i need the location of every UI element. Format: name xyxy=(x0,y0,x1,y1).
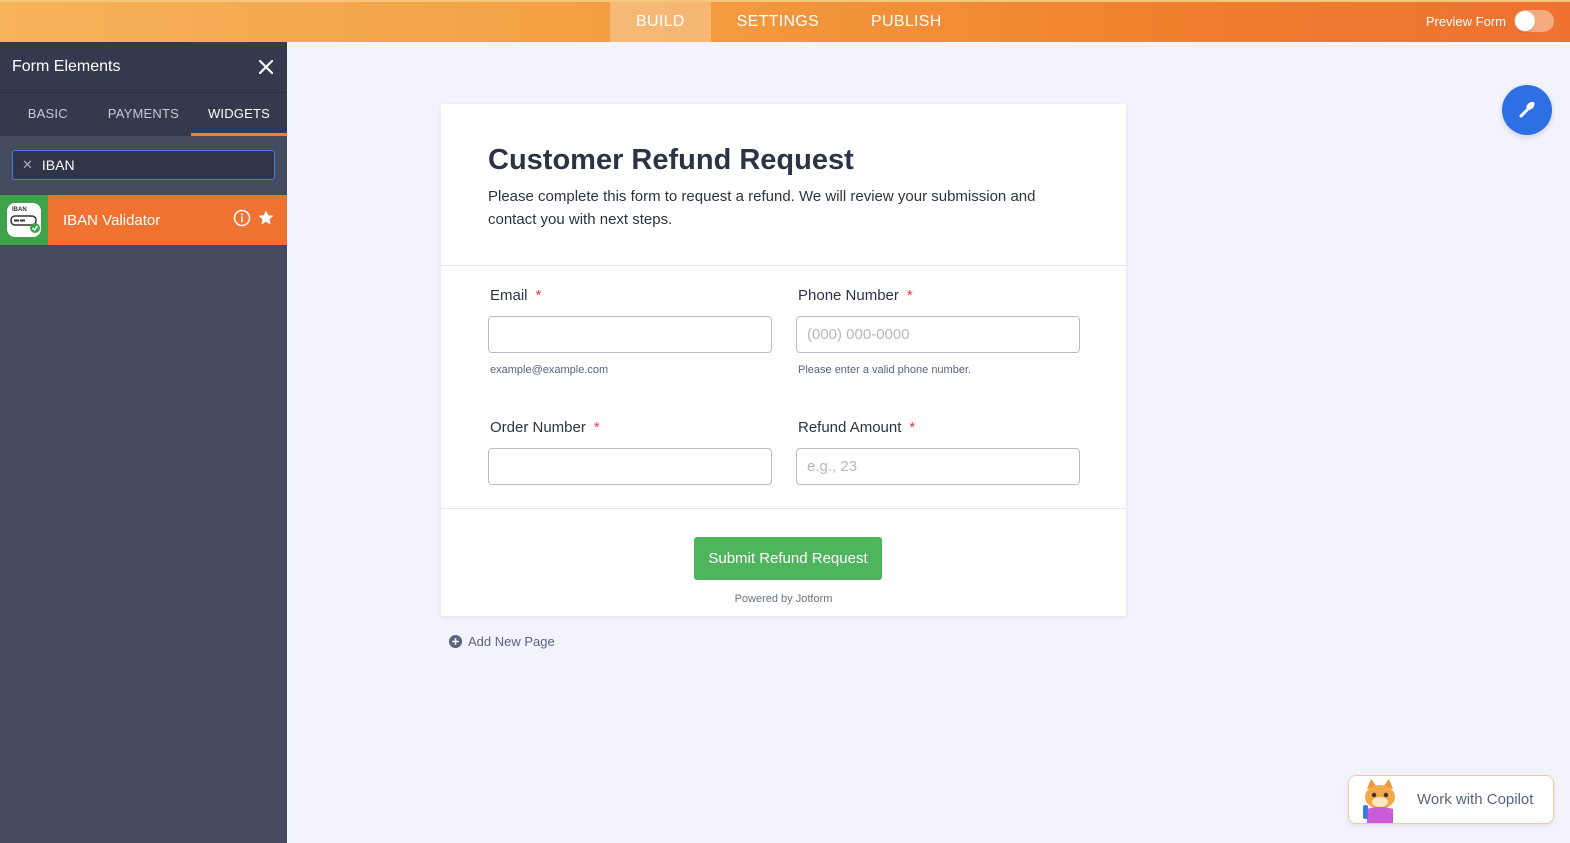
add-new-page-label: Add New Page xyxy=(468,634,555,649)
email-input[interactable] xyxy=(488,316,772,353)
email-label: Email * xyxy=(490,287,772,304)
order-number-label: Order Number * xyxy=(490,419,772,436)
work-with-copilot-button[interactable]: Work with Copilot xyxy=(1348,775,1554,824)
form-header: Customer Refund Request Please complete … xyxy=(441,104,1126,266)
add-new-page-button[interactable]: Add New Page xyxy=(449,634,555,649)
phone-help-text: Please enter a valid phone number. xyxy=(798,364,972,376)
widget-actions xyxy=(233,209,275,232)
order-number-label-text: Order Number xyxy=(490,419,586,436)
panel-tabs: BASIC PAYMENTS WIDGETS xyxy=(0,92,287,136)
refund-amount-label-text: Refund Amount xyxy=(798,419,902,436)
preview-form-toggle[interactable] xyxy=(1514,10,1554,32)
tab-build[interactable]: BUILD xyxy=(610,2,711,42)
refund-amount-input[interactable]: e.g., 23 xyxy=(796,448,1080,485)
preview-form-label: Preview Form xyxy=(1425,13,1506,29)
plus-circle-icon xyxy=(449,635,462,648)
form-footer: Submit Refund Request Powered by Jotform xyxy=(441,508,1126,616)
top-bar: BUILD SETTINGS PUBLISH Preview Form xyxy=(0,0,1570,42)
widget-search: ✕ xyxy=(12,150,275,180)
order-number-field-group: Order Number * xyxy=(488,419,772,485)
form-card: Customer Refund Request Please complete … xyxy=(441,104,1126,616)
clear-search-icon[interactable]: ✕ xyxy=(22,157,33,173)
phone-label-text: Phone Number xyxy=(798,287,899,304)
form-description[interactable]: Please complete this form to request a r… xyxy=(488,185,1079,231)
iban-validator-icon-box: IBAN xyxy=(0,195,48,245)
form-elements-panel: Form Elements BASIC PAYMENTS WIDGETS ✕ I… xyxy=(0,42,287,843)
phone-label: Phone Number * xyxy=(798,287,1080,304)
order-number-input[interactable] xyxy=(488,448,772,485)
refund-amount-field-group: Refund Amount * e.g., 23 xyxy=(796,419,1080,485)
required-mark: * xyxy=(906,287,913,304)
widget-search-input[interactable] xyxy=(41,157,242,173)
form-designer-button[interactable] xyxy=(1502,85,1552,135)
required-mark: * xyxy=(909,419,916,436)
phone-field-group: Phone Number * (000) 000-0000 Please ente… xyxy=(796,287,1080,376)
powered-by-text: Powered by Jotform xyxy=(734,593,833,605)
submit-button[interactable]: Submit Refund Request xyxy=(694,537,882,580)
form-title[interactable]: Customer Refund Request xyxy=(488,144,1079,177)
refund-amount-label: Refund Amount * xyxy=(798,419,1080,436)
star-icon[interactable] xyxy=(257,209,275,232)
panel-title: Form Elements xyxy=(12,58,121,75)
paint-roller-icon xyxy=(1519,101,1535,118)
iban-validator-icon: IBAN xyxy=(7,203,41,237)
panel-header: Form Elements xyxy=(0,42,287,92)
phone-input[interactable]: (000) 000-0000 xyxy=(796,316,1080,353)
copilot-cat-avatar-icon xyxy=(1363,779,1395,823)
required-mark: * xyxy=(535,287,542,304)
tab-widgets[interactable]: WIDGETS xyxy=(191,93,287,136)
top-nav: BUILD SETTINGS PUBLISH xyxy=(610,2,968,42)
tab-publish[interactable]: PUBLISH xyxy=(845,2,968,42)
preview-form: Preview Form xyxy=(1426,10,1554,32)
email-field-group: Email * example@example.com xyxy=(488,287,772,376)
widget-result-label: IBAN Validator xyxy=(63,211,161,229)
copilot-label: Work with Copilot xyxy=(1417,791,1534,808)
close-icon[interactable] xyxy=(258,56,274,78)
required-mark: * xyxy=(593,419,600,436)
tab-basic[interactable]: BASIC xyxy=(0,93,96,136)
tab-payments[interactable]: PAYMENTS xyxy=(96,93,192,136)
email-label-text: Email xyxy=(490,287,528,304)
info-icon[interactable] xyxy=(233,209,251,232)
widget-result-iban-validator[interactable]: IBAN IBAN Validator xyxy=(0,195,287,245)
email-help-text: example@example.com xyxy=(490,364,609,376)
tab-settings[interactable]: SETTINGS xyxy=(711,2,845,42)
toggle-knob xyxy=(1515,11,1535,31)
